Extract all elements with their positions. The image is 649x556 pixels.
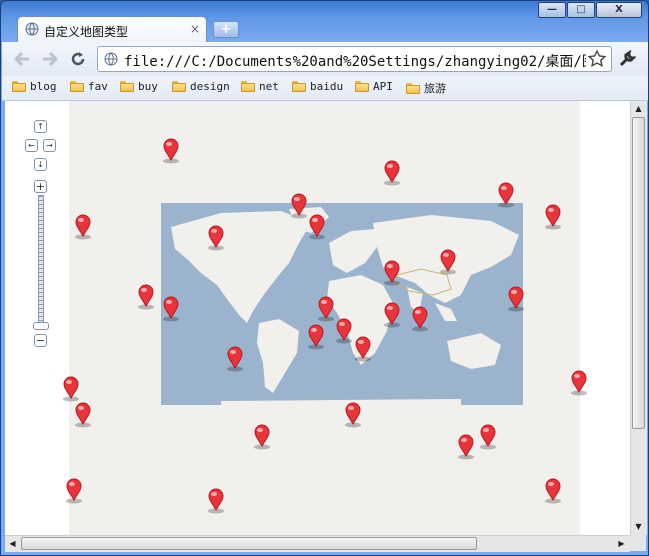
folder-icon [292,81,306,92]
page-globe-icon [104,52,118,66]
folder-icon [120,81,134,92]
bookmark-label: fav [88,80,108,93]
reload-button[interactable] [66,47,90,71]
wrench-icon [619,49,637,67]
map-marker-icon[interactable] [205,487,227,515]
map-marker-icon[interactable] [342,401,364,429]
window-controls: — □ X [538,2,642,18]
bookmark-folder[interactable]: baidu [292,80,343,93]
map-marker-icon[interactable] [409,305,431,333]
map-marker-icon[interactable] [495,181,517,209]
map-marker-icon[interactable] [437,248,459,276]
forward-arrow-icon [43,51,59,67]
map-marker-icon[interactable] [72,401,94,429]
maximize-button[interactable]: □ [567,2,595,18]
map-marker-icon[interactable] [63,477,85,505]
back-button[interactable] [10,47,34,71]
minimize-icon: — [547,4,557,15]
browser-tab[interactable]: 自定义地图类型 × [17,16,207,42]
vertical-scroll-thumb[interactable] [632,117,645,429]
vertical-scrollbar[interactable]: ▲ ▼ [630,101,647,535]
zoom-slider-handle[interactable] [33,322,49,330]
map-marker-icon[interactable] [60,375,82,403]
bookmark-label: blog [30,80,57,93]
map-marker-icon[interactable] [505,285,527,313]
address-bar[interactable]: file:///C:/Documents%20and%20Settings/zh… [97,46,612,72]
bookmark-folder[interactable]: net [241,80,279,93]
zoom-out-button[interactable]: − [34,334,47,347]
folder-icon [172,81,186,92]
reload-icon [71,52,85,66]
map-marker-icon[interactable] [135,283,157,311]
map-marker-icon[interactable] [72,213,94,241]
bookmark-folder[interactable]: fav [70,80,108,93]
map-marker-icon[interactable] [455,433,477,461]
map-marker-icon[interactable] [251,423,273,451]
maximize-icon: □ [576,4,586,15]
bookmark-label: design [190,80,230,93]
map-marker-icon[interactable] [305,323,327,351]
folder-icon [355,81,369,92]
bookmark-folder[interactable]: buy [120,80,158,93]
bookmark-folder[interactable]: API [355,80,393,93]
pan-down-button[interactable]: ↓ [34,158,47,171]
bookmark-star-icon[interactable] [587,49,607,69]
horizontal-scrollbar[interactable]: ◀ ▶ [5,535,630,552]
folder-icon [406,82,420,94]
pan-left-button[interactable]: ← [25,139,38,152]
minimize-button[interactable]: — [538,2,566,18]
back-arrow-icon [13,51,29,67]
map-marker-icon[interactable] [224,345,246,373]
map-marker-icon[interactable] [205,224,227,252]
folder-icon [241,81,255,92]
bookmark-folder[interactable]: 旅游 [406,80,446,96]
page-content: ↑ ← → ↓ + − [5,101,630,535]
map-marker-icon[interactable] [306,213,328,241]
bookmark-label: net [259,80,279,93]
map-marker-icon[interactable] [477,423,499,451]
pan-right-button[interactable]: → [43,139,56,152]
bookmark-folder[interactable]: design [172,80,230,93]
scroll-down-button[interactable]: ▼ [631,519,646,534]
url-text[interactable]: file:///C:/Documents%20and%20Settings/zh… [124,51,586,71]
map-marker-icon[interactable] [542,203,564,231]
map-marker-icon[interactable] [381,159,403,187]
map-marker-icon[interactable] [160,137,182,165]
pan-up-button[interactable]: ↑ [34,120,47,133]
tab-title: 自定义地图类型 [44,25,129,39]
bookmarks-bar: blog fav buy design net baidu API 旅游 [2,76,648,101]
settings-wrench-button[interactable] [618,49,637,72]
zoom-in-button[interactable]: + [34,180,47,193]
horizontal-scroll-thumb[interactable] [21,537,477,550]
scroll-left-button[interactable]: ◀ [5,536,20,551]
bookmark-folder[interactable]: blog [12,80,57,93]
folder-icon [70,81,84,92]
map-marker-icon[interactable] [381,259,403,287]
bookmark-label: 旅游 [424,82,446,95]
close-icon: X [615,4,623,15]
map-marker-icon[interactable] [568,369,590,397]
zoom-slider-track[interactable] [38,195,44,323]
bookmark-label: buy [138,80,158,93]
map-marker-icon[interactable] [381,301,403,329]
folder-icon [12,81,26,92]
close-window-button[interactable]: X [596,2,642,18]
bookmark-label: baidu [310,80,344,93]
map-marker-icon[interactable] [352,335,374,363]
globe-icon [25,22,39,36]
toolbar: file:///C:/Documents%20and%20Settings/zh… [2,42,648,76]
new-tab-button[interactable]: + [213,21,239,38]
map-marker-icon[interactable] [160,295,182,323]
tab-close-button[interactable]: × [190,22,200,36]
scrollbar-corner [630,535,646,551]
browser-window: — □ X 自定义地图类型 × + file:///C:/Documents%2… [0,0,649,556]
forward-button[interactable] [38,47,62,71]
scroll-up-button[interactable]: ▲ [631,101,646,116]
bookmark-label: API [373,80,393,93]
scroll-right-button[interactable]: ▶ [614,536,629,551]
map-marker-icon[interactable] [542,477,564,505]
